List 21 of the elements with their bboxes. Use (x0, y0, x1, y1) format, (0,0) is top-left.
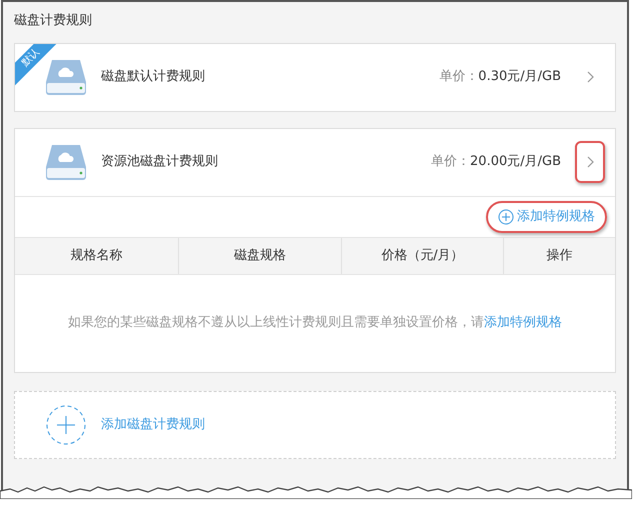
column-header: 规格名称 (70, 246, 124, 265)
plus-circle-icon (498, 208, 514, 224)
column-header: 操作 (503, 238, 615, 274)
chevron-icon (586, 156, 594, 168)
price-value: 0.30元/月/GB (478, 68, 561, 86)
add-rule-label: 添加磁盘计费规则 (101, 416, 205, 434)
column-header: 价格（元/月） (341, 238, 503, 274)
plus-circle-icon (46, 404, 86, 444)
column-header: 磁盘规格 (178, 238, 341, 274)
rule-name: 资源池磁盘计费规则 (101, 153, 219, 172)
add-special-link[interactable]: 添加特例规格 (484, 313, 562, 333)
price-value: 20.00元/月/GB (470, 153, 561, 172)
add-special-button[interactable]: 添加特例规格 (486, 200, 607, 232)
chevron-icon (586, 71, 594, 83)
price-label: 单价： (439, 68, 478, 86)
expand-button[interactable] (575, 141, 605, 183)
section-title: 磁盘计费规则 (14, 12, 93, 30)
empty-message: 如果您的某些磁盘规格不遵从以上线性计费规则且需要单独设置价格，请 (68, 314, 484, 332)
price-label: 单价： (431, 153, 470, 172)
add-rule-card[interactable]: 添加磁盘计费规则 (14, 390, 616, 458)
rule-name: 磁盘默认计费规则 (101, 68, 206, 86)
